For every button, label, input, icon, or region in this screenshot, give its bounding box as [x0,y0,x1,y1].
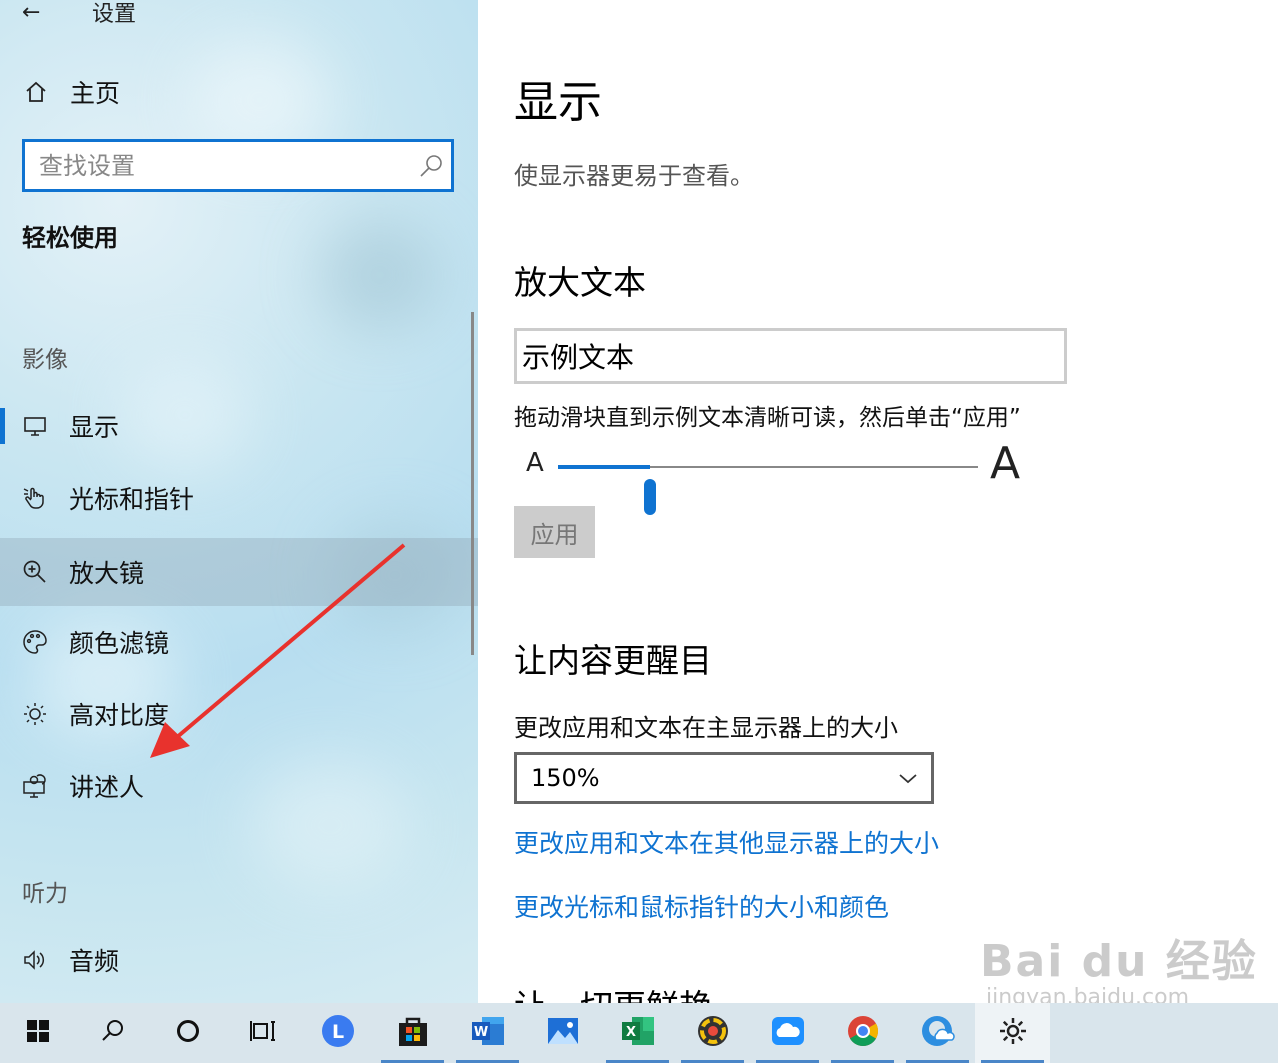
group-label-hearing: 听力 [22,881,68,907]
page-subtitle: 使显示器更易于查看。 [514,162,754,190]
windows-start-icon [26,1019,50,1047]
scale-dropdown-value: 150% [531,764,600,792]
section-heading-cut-off: 让一切更鲜艳 [514,980,712,1003]
chevron-down-icon [897,767,919,795]
pointer-hand-icon [22,485,48,511]
settings-icon [997,1015,1029,1051]
brightness-icon [22,701,48,727]
taskbar-search-button[interactable] [75,1003,150,1063]
sidebar-item-audio[interactable]: 音频 [0,928,478,992]
large-a-label: A [990,438,1021,489]
word-icon: W [470,1014,506,1052]
narrator-icon [22,773,48,799]
edge-icon [920,1014,956,1052]
home-label: 主页 [70,79,121,108]
start-button[interactable] [0,1003,75,1063]
link-other-displays-size[interactable]: 更改应用和文本在其他显示器上的大小 [514,824,939,860]
excel-icon: X [620,1014,656,1052]
sidebar-item-cursor-pointer[interactable]: 光标和指针 [0,466,478,530]
home-nav-item[interactable]: 主页 [22,72,120,112]
search-input[interactable] [39,151,411,180]
excel-app-button[interactable]: X [600,1003,675,1063]
sidebar-item-high-contrast[interactable]: 高对比度 [0,682,478,746]
monitor-icon [22,413,48,439]
settings-app-button[interactable] [975,1003,1050,1063]
cortana-button[interactable] [150,1003,225,1063]
lenovo-app-button[interactable]: L [300,1003,375,1063]
search-box[interactable] [22,139,454,192]
svg-text:W: W [473,1025,487,1040]
svg-text:X: X [625,1025,635,1040]
slider-thumb[interactable] [644,479,657,515]
task-view-button[interactable] [225,1003,300,1063]
link-cursor-size-color[interactable]: 更改光标和鼠标指针的大小和颜色 [514,888,889,924]
speaker-icon [22,947,48,973]
watermark-line1: Bai du 经验 [980,936,1258,987]
sidebar-scrollbar[interactable] [471,312,474,655]
slider-instruction: 拖动滑块直到示例文本清晰可读，然后单击“应用” [514,405,1021,431]
chrome-icon [846,1014,880,1052]
onedrive-app-button[interactable] [750,1003,825,1063]
scale-dropdown[interactable]: 150% [514,752,934,804]
size-dropdown-label: 更改应用和文本在主显示器上的大小 [514,714,898,742]
edge-app-button[interactable] [900,1003,975,1063]
sidebar-item-label: 高对比度 [69,701,170,730]
back-button[interactable]: ← [22,0,52,25]
search-icon [100,1018,126,1048]
section-heading-enlarge-text: 放大文本 [514,263,646,302]
store-app-button[interactable] [375,1003,450,1063]
page-title: 显示 [514,77,602,128]
sidebar-item-label: 讲述人 [69,773,145,802]
chrome-app-button[interactable] [825,1003,900,1063]
slider-fill [558,465,651,469]
baidu-watermark: Bai du 经验 jingyan.baidu.com [980,925,1258,1010]
home-icon [22,78,50,106]
photos-app-button[interactable] [525,1003,600,1063]
section-title: 轻松使用 [22,224,118,252]
magnifier-icon [22,559,48,585]
sidebar-item-color-filters[interactable]: 颜色滤镜 [0,610,478,674]
task-view-icon [249,1018,277,1048]
sidebar-item-narrator[interactable]: 讲述人 [0,754,478,818]
sidebar-item-display[interactable]: 显示 [0,394,478,458]
store-icon [396,1014,430,1052]
palette-icon [22,629,48,655]
color-app-icon [696,1014,730,1052]
sidebar: ← 设置 主页 轻松使用 影像 显示 光标和指针 放大镜 [0,0,478,1003]
sample-text-box: 示例文本 [514,328,1067,384]
text-size-slider-row: A A [514,438,1034,515]
word-app-button[interactable]: W [450,1003,525,1063]
lenovo-icon: L [321,1014,355,1052]
section-heading-make-bigger: 让内容更醒目 [514,641,712,680]
small-a-label: A [526,448,544,478]
color-app-button[interactable] [675,1003,750,1063]
cortana-icon [175,1018,201,1048]
apply-button[interactable]: 应用 [514,506,595,558]
window-title: 设置 [92,2,137,27]
onedrive-icon [770,1014,806,1052]
search-icon[interactable] [411,153,451,179]
main-content: 显示 使显示器更易于查看。 放大文本 示例文本 拖动滑块直到示例文本清晰可读，然… [478,0,1278,1003]
sidebar-item-label: 颜色滤镜 [69,629,170,658]
group-label-vision: 影像 [22,347,68,373]
title-bar: ← 设置 [22,0,136,30]
sidebar-item-label: 音频 [69,947,120,976]
sidebar-item-label: 光标和指针 [69,485,195,514]
photos-icon [546,1014,580,1052]
svg-text:L: L [331,1021,343,1043]
text-size-slider[interactable] [558,465,978,515]
sidebar-item-label: 显示 [69,413,120,442]
sidebar-item-label: 放大镜 [69,559,145,588]
taskbar: L W X [0,1003,1278,1063]
sidebar-item-magnifier[interactable]: 放大镜 [0,538,478,606]
